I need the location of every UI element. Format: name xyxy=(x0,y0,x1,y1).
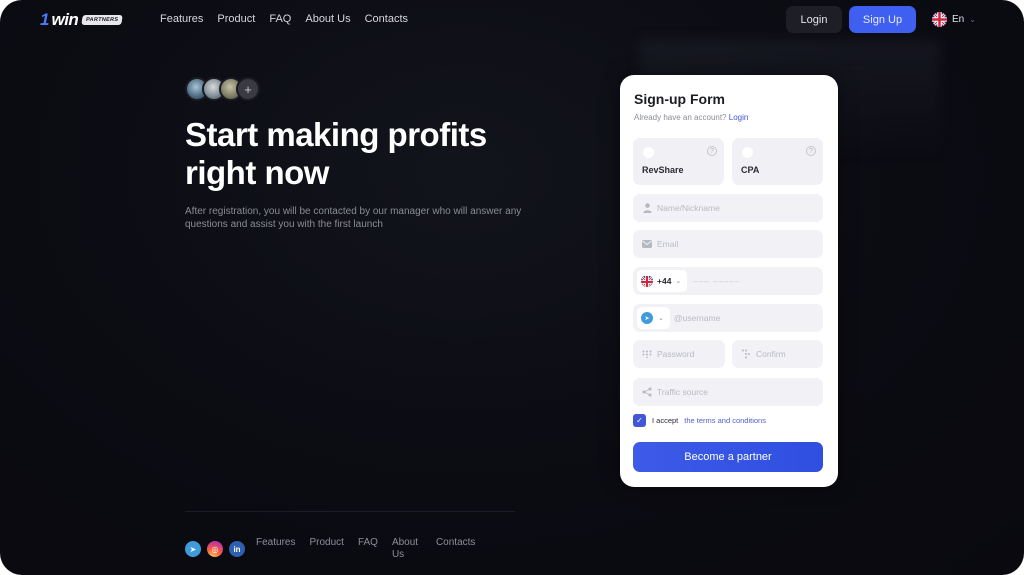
traffic-placeholder: Traffic source xyxy=(657,387,709,397)
chevron-down-icon: ⌄ xyxy=(969,15,976,24)
confirm-placeholder: Confirm xyxy=(756,349,786,359)
have-account-label: Already have an account? xyxy=(634,113,727,122)
radio-icon[interactable] xyxy=(643,147,654,158)
mail-icon xyxy=(641,240,653,248)
hero-subtitle: After registration, you will be contacte… xyxy=(185,206,522,230)
help-icon[interactable]: ? xyxy=(806,146,816,156)
nav-faq[interactable]: FAQ xyxy=(269,13,291,25)
user-icon xyxy=(641,203,653,213)
linkedin-icon[interactable]: in xyxy=(229,541,245,557)
have-account-text: Already have an account? Login xyxy=(634,113,748,122)
chevron-down-icon: ⌄ xyxy=(658,315,664,322)
help-icon[interactable]: ? xyxy=(707,146,717,156)
header-login-button[interactable]: Login xyxy=(786,6,842,33)
uk-flag-icon xyxy=(641,275,653,287)
header: 1 win PARTNERS Features Product FAQ Abou… xyxy=(0,0,1024,40)
traffic-source-field[interactable]: Traffic source xyxy=(633,378,823,406)
terms-row: ✓ I accept the terms and conditions xyxy=(633,414,766,427)
form-title: Sign-up Form xyxy=(634,91,725,107)
plan-option-cpa[interactable]: ? CPA xyxy=(732,138,823,185)
terms-checkbox[interactable]: ✓ xyxy=(633,414,646,427)
plan-option-revshare[interactable]: ? RevShare xyxy=(633,138,724,185)
footer-divider xyxy=(185,511,515,512)
language-selector[interactable]: En ⌄ xyxy=(932,12,976,27)
instagram-icon[interactable]: ◎ xyxy=(207,541,223,557)
plan-label: CPA xyxy=(741,165,760,175)
header-signup-button[interactable]: Sign Up xyxy=(849,6,916,33)
country-code-select[interactable]: +44 ⌄ xyxy=(637,270,688,292)
terms-link[interactable]: the terms and conditions xyxy=(684,416,766,425)
signup-form-card: Sign-up Form Already have an account? Lo… xyxy=(620,75,838,487)
telegram-icon: ➤ xyxy=(641,312,653,324)
footer-nav-faq[interactable]: FAQ xyxy=(358,537,378,561)
chevron-down-icon: ⌄ xyxy=(675,278,682,285)
country-code: +44 xyxy=(657,276,672,286)
plan-label: RevShare xyxy=(642,165,684,175)
password-dots-icon xyxy=(740,349,752,359)
email-field[interactable]: Email xyxy=(633,230,823,258)
email-placeholder: Email xyxy=(657,239,679,249)
language-label: En xyxy=(952,14,965,25)
page-window: 1 win PARTNERS Features Product FAQ Abou… xyxy=(0,0,1024,575)
nav-contacts[interactable]: Contacts xyxy=(365,13,408,25)
footer-nav: Features Product FAQ About Us Contacts xyxy=(256,537,475,561)
confirm-password-field[interactable]: Confirm xyxy=(732,340,823,368)
logo[interactable]: 1 win PARTNERS xyxy=(40,10,124,30)
phone-field[interactable]: +44 ⌄ ––– ––––– xyxy=(633,267,823,295)
partner-avatars: + xyxy=(185,77,260,101)
radio-icon[interactable] xyxy=(742,147,753,158)
messenger-field[interactable]: ➤ ⌄ @username xyxy=(633,304,823,332)
messenger-select[interactable]: ➤ ⌄ xyxy=(637,307,670,329)
footer-nav-contacts[interactable]: Contacts xyxy=(436,537,475,561)
main-nav: Features Product FAQ About Us Contacts xyxy=(160,13,408,25)
logo-mark: 1 xyxy=(40,10,50,29)
telegram-icon[interactable]: ➤ xyxy=(185,541,201,557)
logo-word: win xyxy=(51,10,79,29)
social-links: ➤ ◎ in xyxy=(185,541,245,557)
form-login-link[interactable]: Login xyxy=(729,113,749,122)
footer-nav-product[interactable]: Product xyxy=(309,537,343,561)
nav-features[interactable]: Features xyxy=(160,13,203,25)
nav-product[interactable]: Product xyxy=(217,13,255,25)
name-placeholder: Name/Nickname xyxy=(657,203,720,213)
footer-nav-about-us[interactable]: About Us xyxy=(392,537,422,561)
accept-label: I accept xyxy=(652,416,679,425)
password-dots-icon xyxy=(641,350,653,358)
name-field[interactable]: Name/Nickname xyxy=(633,194,823,222)
username-placeholder: @username xyxy=(673,313,721,323)
footer-nav-features[interactable]: Features xyxy=(256,537,295,561)
become-partner-button[interactable]: Become a partner xyxy=(633,442,823,472)
hero-title: Start making profits right now xyxy=(185,116,487,191)
avatar-more: + xyxy=(236,77,260,101)
password-field[interactable]: Password xyxy=(633,340,725,368)
password-placeholder: Password xyxy=(657,349,695,359)
logo-badge: PARTNERS xyxy=(81,15,124,25)
phone-placeholder: ––– ––––– xyxy=(693,276,741,286)
share-icon xyxy=(641,387,653,397)
nav-about-us[interactable]: About Us xyxy=(305,13,350,25)
uk-flag-icon xyxy=(932,12,947,27)
